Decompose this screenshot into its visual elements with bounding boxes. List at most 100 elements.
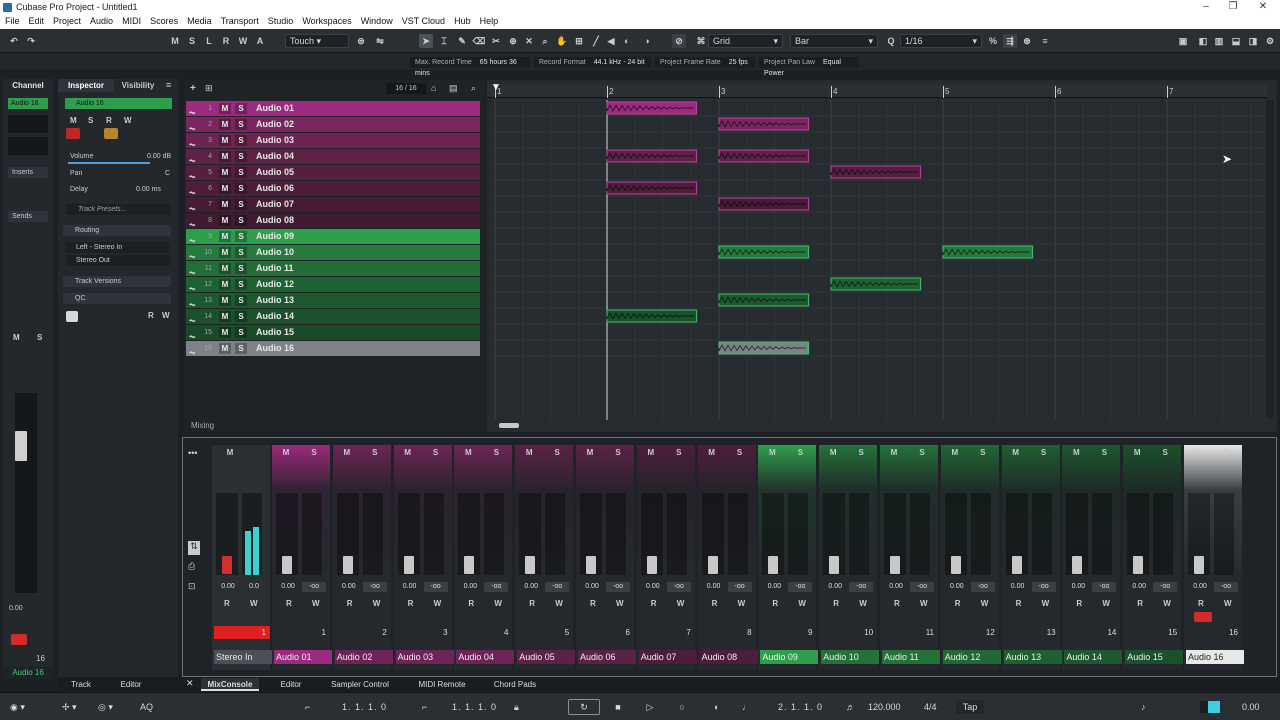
position-display[interactable]: 2. 1. 1. 0 [778, 700, 823, 714]
track-solo-button[interactable]: S [235, 279, 247, 290]
minimize-icon[interactable]: – [1191, 1, 1221, 12]
strip-name[interactable]: Audio 10 [821, 650, 880, 664]
tab-mixconsole[interactable]: MixConsole [201, 678, 259, 691]
state-button-w[interactable]: W [236, 34, 250, 48]
draw-tool-icon[interactable]: ✎ [455, 34, 469, 48]
strip-fader[interactable] [762, 493, 785, 575]
track-row[interactable]: ⏦ 2 M S Audio 02 [186, 117, 480, 133]
grid-type-select[interactable]: Grid ▾ [708, 34, 783, 48]
track-row[interactable]: ⏦ 8 M S Audio 08 [186, 213, 480, 229]
strip-fader[interactable] [640, 493, 663, 575]
quantize-icon[interactable]: Q [884, 34, 898, 48]
strip-solo-button[interactable]: S [490, 447, 502, 459]
track-row[interactable]: ⏦ 4 M S Audio 04 [186, 149, 480, 165]
menu-item-window[interactable]: Window [356, 15, 397, 26]
strip-read-button[interactable]: R [468, 599, 474, 608]
channel-fader-handle[interactable] [15, 431, 27, 461]
track-name[interactable]: Audio 11 [256, 261, 294, 276]
strip-read-button[interactable]: R [955, 599, 961, 608]
tempo-value[interactable]: 120.000 [868, 700, 901, 714]
menu-item-vst-cloud[interactable]: VST Cloud [397, 15, 449, 26]
tempo-track-icon[interactable]: ♬ [846, 700, 855, 714]
strip-mute-button[interactable]: M [1070, 447, 1082, 459]
strip-write-button[interactable]: W [1102, 599, 1110, 608]
inspector-record-button[interactable] [66, 128, 80, 139]
track-mute-button[interactable]: M [219, 231, 231, 242]
track-mute-button[interactable]: M [219, 311, 231, 322]
strip-volume-value[interactable]: 0.00 [1066, 582, 1090, 592]
track-name[interactable]: Audio 07 [256, 197, 294, 212]
track-solo-button[interactable]: S [235, 247, 247, 258]
strip-volume-value[interactable]: 0.00 [1006, 582, 1030, 592]
track-name[interactable]: Audio 06 [256, 181, 294, 196]
strip-fader[interactable] [336, 493, 359, 575]
track-mute-button[interactable]: M [219, 167, 231, 178]
track-name[interactable]: Audio 12 [256, 277, 294, 292]
strip-mute-button[interactable]: M [1010, 447, 1022, 459]
track-row[interactable]: ⏦ 14 M S Audio 14 [186, 309, 480, 325]
strip-mute-button[interactable]: M [462, 447, 474, 459]
track-name[interactable]: Audio 08 [256, 213, 294, 228]
strip-read-button[interactable]: R [1076, 599, 1082, 608]
strip-name[interactable]: Audio 13 [1003, 650, 1062, 664]
apply-quantize-icon[interactable]: ⊛ [1020, 34, 1034, 48]
right-locator-icon[interactable]: ⌐ [422, 700, 427, 714]
undo-icon[interactable]: ↶ [7, 34, 21, 48]
track-row[interactable]: ⏦ 9 M S Audio 09 [186, 229, 480, 245]
strip-volume-value[interactable]: 0.00 [945, 582, 969, 592]
strip-mute-button[interactable]: M [888, 447, 900, 459]
strip-write-button[interactable]: W [1042, 599, 1050, 608]
strip-fader[interactable] [884, 493, 906, 575]
strip-read-button[interactable]: R [1198, 599, 1204, 608]
track-mute-button[interactable]: M [219, 295, 231, 306]
strip-fader-handle[interactable] [1194, 556, 1204, 574]
strip-write-button[interactable]: W [859, 599, 867, 608]
record-mode-icon[interactable]: ◎ ▾ [98, 700, 113, 714]
routing-section[interactable]: Routing [63, 225, 171, 236]
menu-item-studio[interactable]: Studio [263, 15, 298, 26]
strip-fader[interactable] [276, 493, 298, 575]
strip-name[interactable]: Audio 16 [1186, 650, 1244, 664]
strip-fader[interactable] [823, 493, 846, 575]
strip-mute-button[interactable]: M [280, 447, 292, 459]
strip-name[interactable]: Stereo In [214, 650, 272, 664]
strip-fader-handle[interactable] [646, 556, 657, 574]
quantize-preset-icon[interactable]: ⇶ [1003, 34, 1017, 48]
toolbar-menu-icon[interactable]: ≡ [1038, 34, 1052, 48]
track-versions-section[interactable]: Track Versions [63, 276, 171, 287]
track-solo-button[interactable]: S [235, 135, 247, 146]
right-locator-value[interactable]: 1. 1. 1. 0 [452, 700, 497, 714]
track-row[interactable]: ⏦ 13 M S Audio 13 [186, 293, 480, 309]
tab-midi-remote[interactable]: MIDI Remote [408, 678, 476, 691]
track-search-icon[interactable]: ⌕ [471, 83, 476, 94]
strip-volume-value[interactable]: 0.00 [276, 582, 300, 592]
track-mute-button[interactable]: M [219, 119, 231, 130]
strip-solo-button[interactable]: S [308, 447, 320, 459]
strip-write-button[interactable]: W [1224, 599, 1232, 608]
strip-write-button[interactable]: W [373, 599, 381, 608]
delay-value[interactable]: 0.00 ms [136, 186, 161, 193]
volume-value[interactable]: 0.00 dB [147, 153, 171, 160]
strip-fader-handle[interactable] [1133, 556, 1144, 574]
window-layout-icon[interactable]: ▥ [1212, 34, 1226, 48]
strip-fader-handle[interactable] [890, 556, 900, 574]
inspector-monitor-button[interactable] [104, 128, 118, 139]
strip-write-button[interactable]: W [555, 599, 563, 608]
inspector-mute-button[interactable]: M [70, 116, 77, 125]
strip-volume-value[interactable]: 0.00 [641, 582, 665, 592]
strip-fader[interactable] [397, 493, 420, 575]
strip-read-button[interactable]: R [347, 599, 353, 608]
tab-chord-pads[interactable]: Chord Pads [483, 678, 547, 691]
strip-write-button[interactable]: W [616, 599, 624, 608]
strip-fader-handle[interactable] [950, 556, 961, 574]
right-zone-icon[interactable]: ◨ [1246, 34, 1260, 48]
strip-read-button[interactable]: R [712, 599, 718, 608]
tab-channel[interactable]: Channel [3, 79, 53, 92]
track-mute-button[interactable]: M [219, 279, 231, 290]
tab-sampler-control[interactable]: Sampler Control [320, 678, 400, 691]
auto-scroll-icon[interactable]: ⇋ [373, 34, 387, 48]
track-name[interactable]: Audio 13 [256, 293, 294, 308]
strip-solo-button[interactable]: S [794, 447, 806, 459]
strip-name[interactable]: Audio 01 [274, 650, 332, 664]
state-button-r[interactable]: R [219, 34, 233, 48]
